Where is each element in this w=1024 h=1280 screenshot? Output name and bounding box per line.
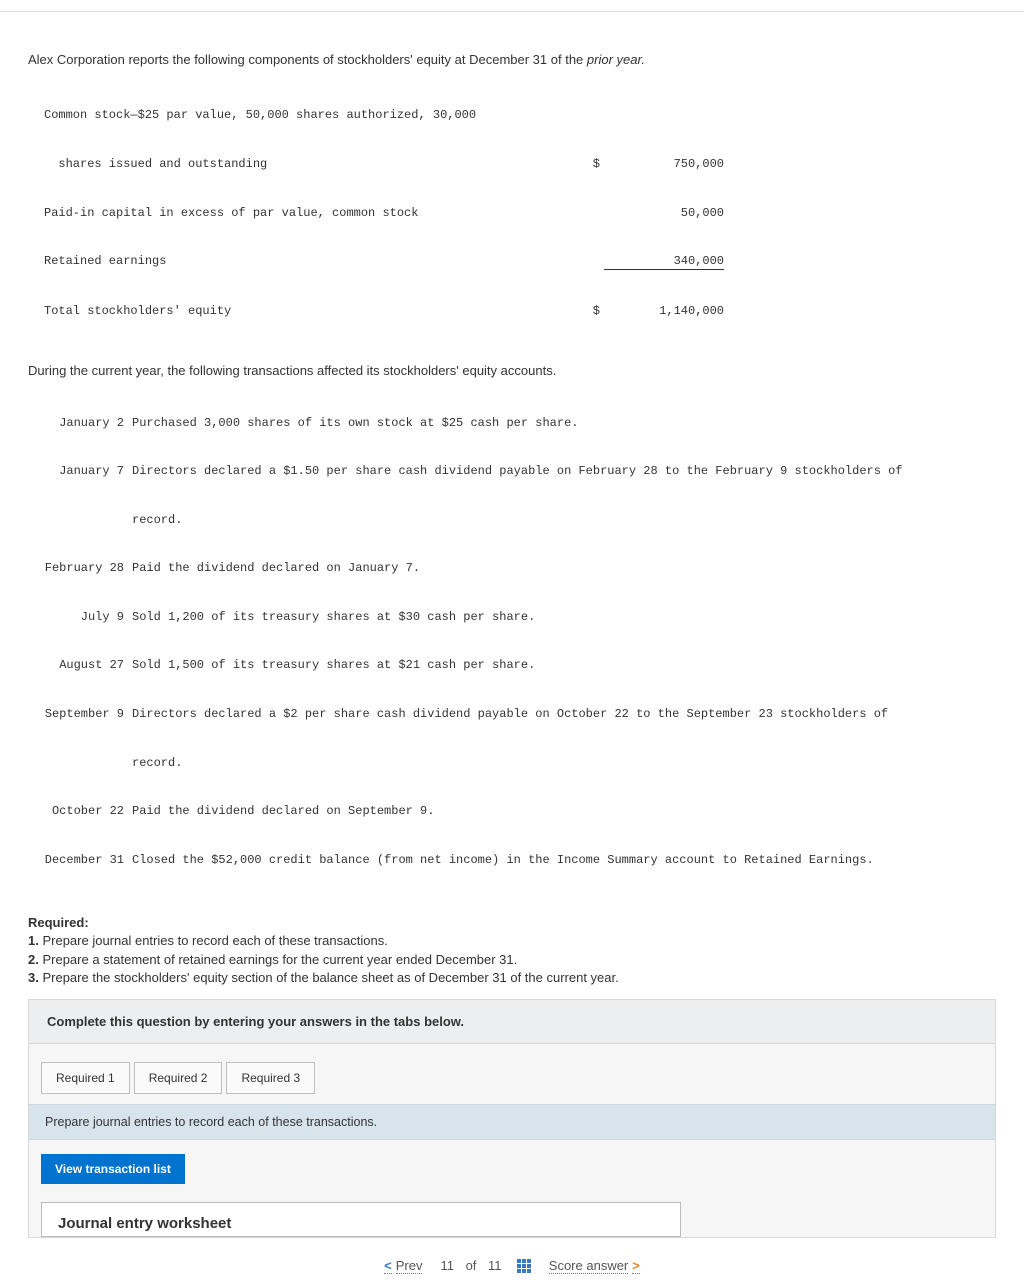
- score-label: Score answer: [549, 1258, 628, 1274]
- tab-required-2[interactable]: Required 2: [134, 1062, 223, 1094]
- required-block: Required: 1. Prepare journal entries to …: [28, 914, 996, 987]
- equity-row: shares issued and outstanding $ 750,000: [44, 156, 996, 172]
- required-item: 3. Prepare the stockholders' equity sect…: [28, 969, 996, 987]
- equity-breakdown: Common stock—$25 par value, 50,000 share…: [44, 75, 996, 351]
- prev-button[interactable]: < Prev: [384, 1258, 422, 1274]
- mid-paragraph: During the current year, the following t…: [28, 363, 996, 378]
- equity-row: Paid-in capital in excess of par value, …: [44, 205, 996, 221]
- trans-date: August 27: [44, 657, 132, 673]
- transaction-row: January 7Directors declared a $1.50 per …: [44, 463, 996, 479]
- trans-date: [44, 512, 132, 528]
- required-item-text: Prepare the stockholders' equity section…: [42, 970, 618, 985]
- trans-desc: Paid the dividend declared on January 7.: [132, 560, 996, 576]
- required-item: 1. Prepare journal entries to record eac…: [28, 932, 996, 950]
- page-total: 11: [488, 1258, 502, 1273]
- trans-date: September 9: [44, 706, 132, 722]
- chevron-left-icon: <: [384, 1258, 392, 1274]
- trans-desc: Closed the $52,000 credit balance (from …: [132, 852, 996, 868]
- tab-required-3[interactable]: Required 3: [226, 1062, 315, 1094]
- required-heading: Required:: [28, 914, 996, 932]
- trans-desc: Paid the dividend declared on September …: [132, 803, 996, 819]
- transactions-list: January 2Purchased 3,000 shares of its o…: [28, 382, 996, 900]
- question-content: Alex Corporation reports the following c…: [0, 52, 1024, 1238]
- equity-label: Retained earnings: [44, 253, 584, 270]
- chevron-right-icon: >: [632, 1258, 640, 1274]
- page-pos: 11: [440, 1258, 454, 1273]
- score-answer-button[interactable]: Score answer >: [549, 1258, 640, 1274]
- instruction-bar: Complete this question by entering your …: [29, 1000, 995, 1044]
- trans-desc: Sold 1,200 of its treasury shares at $30…: [132, 609, 996, 625]
- intro-text: Alex Corporation reports the following c…: [28, 52, 996, 67]
- transaction-row: record.: [44, 512, 996, 528]
- transaction-row: December 31Closed the $52,000 credit bal…: [44, 852, 996, 868]
- equity-row: Common stock—$25 par value, 50,000 share…: [44, 107, 996, 123]
- equity-label: shares issued and outstanding: [44, 156, 584, 172]
- footer-nav: < Prev 11 of 11 Score answer >: [0, 1238, 1024, 1280]
- equity-label: Paid-in capital in excess of par value, …: [44, 205, 584, 221]
- view-transaction-list-button[interactable]: View transaction list: [41, 1154, 185, 1184]
- trans-desc: Sold 1,500 of its treasury shares at $21…: [132, 657, 996, 673]
- equity-row: Total stockholders' equity $ 1,140,000: [44, 303, 996, 319]
- required-item-text: Prepare journal entries to record each o…: [42, 933, 387, 948]
- page-of: of: [466, 1258, 477, 1273]
- trans-desc: Purchased 3,000 shares of its own stock …: [132, 415, 996, 431]
- answer-area: Complete this question by entering your …: [28, 999, 996, 1238]
- equity-row: Retained earnings 340,000: [44, 253, 996, 270]
- trans-date: January 7: [44, 463, 132, 479]
- intro-main: Alex Corporation reports the following c…: [28, 52, 587, 67]
- intro-em: prior year.: [587, 52, 645, 67]
- transaction-row: September 9Directors declared a $2 per s…: [44, 706, 996, 722]
- grid-icon[interactable]: [517, 1259, 531, 1273]
- equity-sign: $: [584, 303, 604, 319]
- required-item-text: Prepare a statement of retained earnings…: [42, 952, 517, 967]
- trans-date: December 31: [44, 852, 132, 868]
- equity-label: Common stock—$25 par value, 50,000 share…: [44, 107, 584, 123]
- equity-value: [604, 107, 724, 123]
- transaction-row: October 22Paid the dividend declared on …: [44, 803, 996, 819]
- equity-sign: [584, 205, 604, 221]
- transaction-row: January 2Purchased 3,000 shares of its o…: [44, 415, 996, 431]
- transaction-row: August 27Sold 1,500 of its treasury shar…: [44, 657, 996, 673]
- header-divider: [0, 0, 1024, 12]
- page-indicator: 11 of 11: [440, 1258, 530, 1273]
- trans-date: [44, 755, 132, 771]
- prev-label: Prev: [396, 1258, 423, 1274]
- transaction-row: record.: [44, 755, 996, 771]
- transaction-row: July 9Sold 1,200 of its treasury shares …: [44, 609, 996, 625]
- equity-value: 50,000: [604, 205, 724, 221]
- equity-sign: $: [584, 156, 604, 172]
- equity-label: Total stockholders' equity: [44, 303, 584, 319]
- tab-required-1[interactable]: Required 1: [41, 1062, 130, 1094]
- equity-value: 750,000: [604, 156, 724, 172]
- tabs-row: Required 1 Required 2 Required 3: [29, 1044, 995, 1094]
- trans-desc: record.: [132, 755, 996, 771]
- required-item: 2. Prepare a statement of retained earni…: [28, 951, 996, 969]
- worksheet-title: Journal entry worksheet: [58, 1215, 664, 1232]
- transaction-row: February 28Paid the dividend declared on…: [44, 560, 996, 576]
- equity-value: 1,140,000: [604, 303, 724, 319]
- equity-sign: [584, 107, 604, 123]
- trans-date: February 28: [44, 560, 132, 576]
- trans-desc: Directors declared a $1.50 per share cas…: [132, 463, 996, 479]
- equity-value: 340,000: [604, 253, 724, 270]
- journal-worksheet-panel: Journal entry worksheet: [41, 1202, 681, 1237]
- trans-date: January 2: [44, 415, 132, 431]
- equity-sign: [584, 253, 604, 270]
- trans-desc: Directors declared a $2 per share cash d…: [132, 706, 996, 722]
- trans-date: October 22: [44, 803, 132, 819]
- subtask-description: Prepare journal entries to record each o…: [29, 1104, 995, 1140]
- trans-date: July 9: [44, 609, 132, 625]
- trans-desc: record.: [132, 512, 996, 528]
